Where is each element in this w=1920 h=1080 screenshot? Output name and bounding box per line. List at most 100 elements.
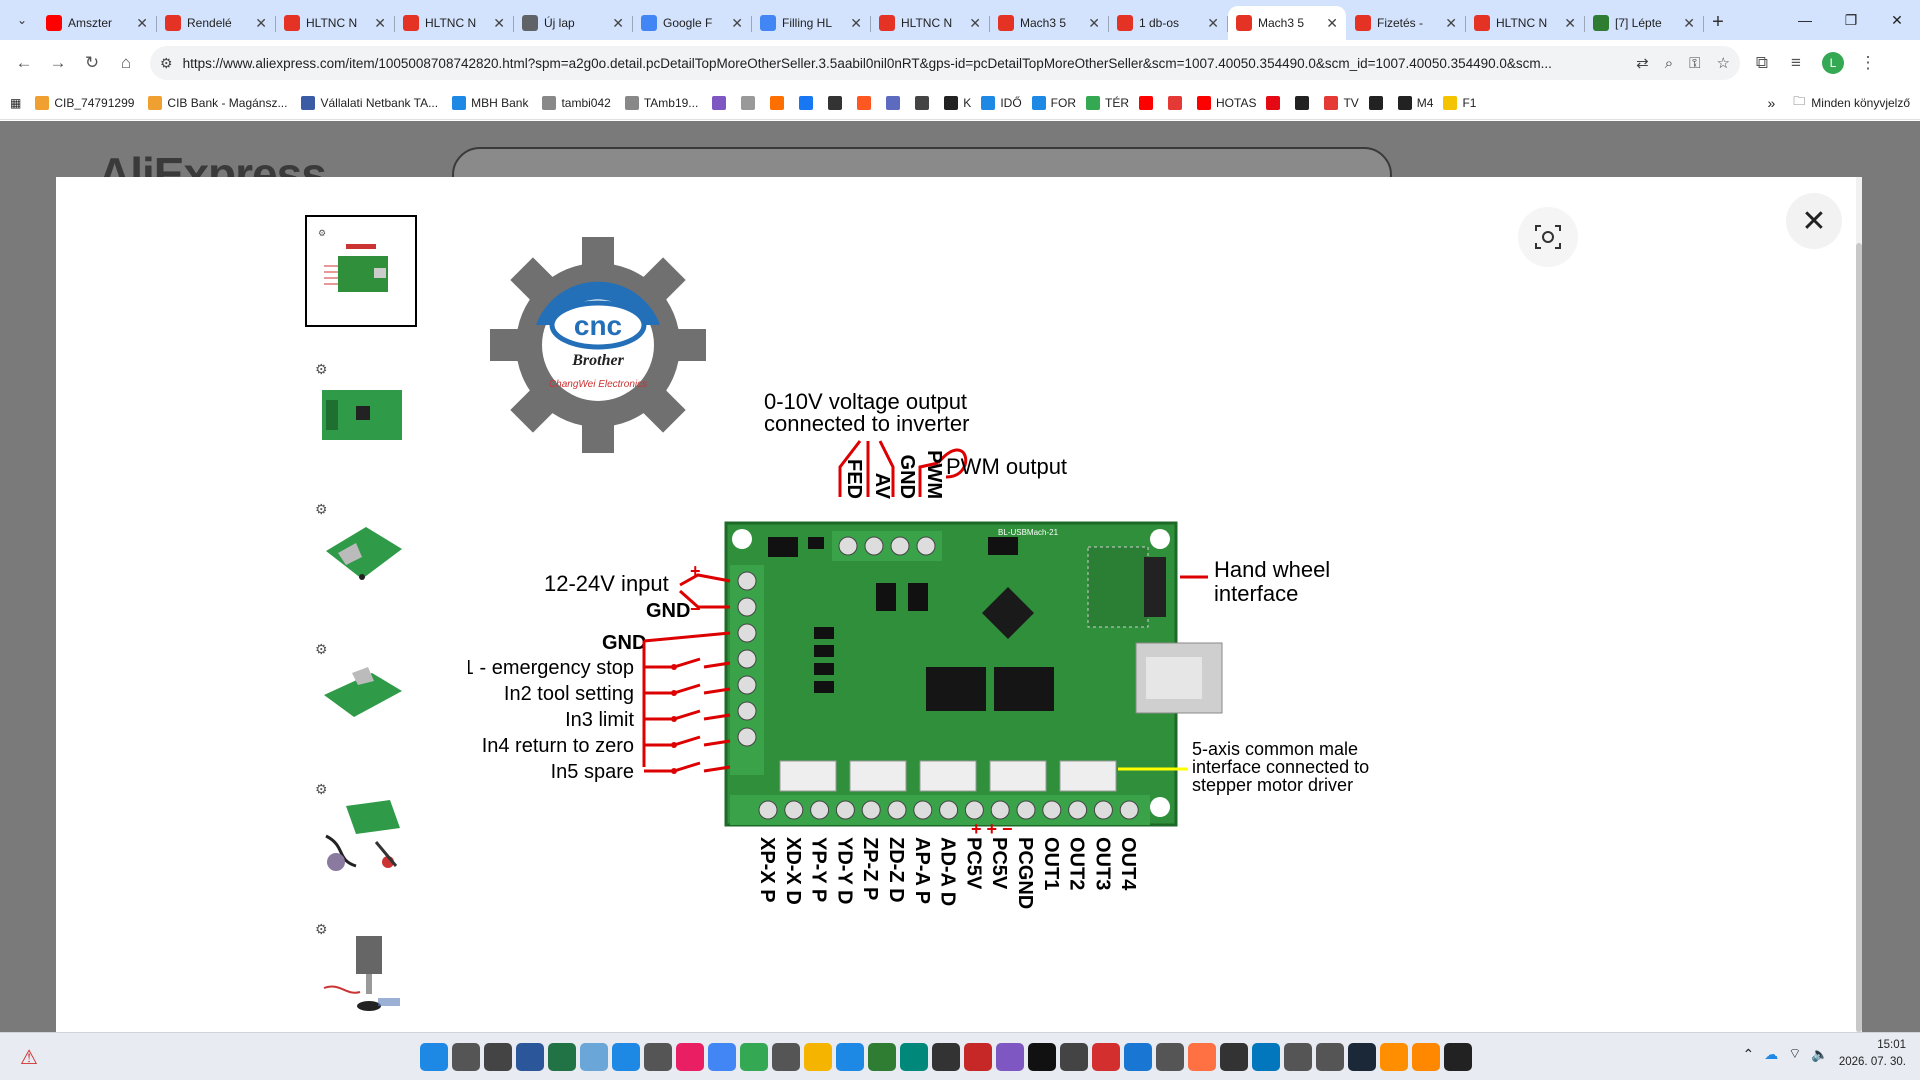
app-icon[interactable] — [1284, 1043, 1312, 1071]
tab-13[interactable]: HLTNC N ✕ — [1466, 6, 1585, 40]
bookmark-icon-4[interactable] — [799, 95, 818, 110]
app-icon[interactable] — [868, 1043, 896, 1071]
url-text[interactable]: https://www.aliexpress.com/item/10050087… — [183, 56, 1621, 71]
tab-close-icon[interactable]: ✕ — [493, 15, 505, 32]
app-icon[interactable] — [1444, 1043, 1472, 1071]
excel-icon[interactable] — [548, 1043, 576, 1071]
volume-icon[interactable]: 🔈 — [1811, 1046, 1828, 1063]
tab-6[interactable]: Google F ✕ — [633, 6, 752, 40]
zoom-icon[interactable]: ⌕ — [1665, 55, 1673, 72]
bookmark-icon-6[interactable] — [857, 95, 876, 110]
tab-close-icon[interactable]: ✕ — [969, 15, 981, 32]
extensions-icon[interactable]: ⧉ — [1746, 47, 1778, 79]
settings-icon[interactable] — [644, 1043, 672, 1071]
reading-list-icon[interactable]: ≡ — [1780, 47, 1812, 79]
maps-icon[interactable] — [740, 1043, 768, 1071]
tab-close-icon[interactable]: ✕ — [612, 15, 624, 32]
app-icon[interactable] — [1380, 1043, 1408, 1071]
bookmark-icon-19[interactable] — [1368, 95, 1388, 110]
acrobat-icon[interactable] — [1092, 1043, 1120, 1071]
bookmark-icon-16[interactable] — [1266, 95, 1285, 110]
bookmark-icon-15[interactable]: HOTAS — [1197, 95, 1256, 110]
minimize-button[interactable]: — — [1782, 0, 1828, 40]
app-icon[interactable] — [676, 1043, 704, 1071]
tab-10[interactable]: 1 db-os ✕ — [1109, 6, 1228, 40]
profile-avatar[interactable]: L — [1822, 52, 1844, 74]
task-view-icon[interactable] — [484, 1043, 512, 1071]
onedrive-icon[interactable]: ☁ — [1764, 1046, 1778, 1063]
tab-7[interactable]: Filling HL ✕ — [752, 6, 871, 40]
forward-button[interactable]: → — [42, 47, 74, 79]
close-modal-button[interactable]: ✕ — [1786, 193, 1842, 249]
site-info-icon[interactable]: ⚙ — [160, 55, 173, 72]
bookmark-icon-1[interactable] — [712, 95, 731, 110]
app-icon[interactable] — [1188, 1043, 1216, 1071]
app-icon[interactable] — [580, 1043, 608, 1071]
tab-close-icon[interactable]: ✕ — [1207, 15, 1219, 32]
all-bookmarks-folder[interactable]: 🗀 Minden könyvjelző — [1793, 92, 1910, 113]
thumbnail-1[interactable]: ⚙ — [305, 215, 417, 327]
word-icon[interactable] — [516, 1043, 544, 1071]
menu-kebab-icon[interactable]: ⋮ — [1852, 47, 1884, 79]
tab-close-icon[interactable]: ✕ — [136, 15, 148, 32]
tab-search-button[interactable]: ⌄ — [8, 6, 36, 34]
tab-9[interactable]: Mach3 5 ✕ — [990, 6, 1109, 40]
tab-5[interactable]: Új lap ✕ — [514, 6, 633, 40]
tab-3[interactable]: HLTNC N ✕ — [276, 6, 395, 40]
thumbnail-5[interactable]: ⚙ — [305, 775, 417, 887]
tab-close-icon[interactable]: ✕ — [1683, 15, 1695, 32]
wifi-icon[interactable]: ⌔ — [1788, 1045, 1801, 1063]
tab-14[interactable]: [7] Lépte ✕ — [1585, 6, 1704, 40]
tab-close-icon[interactable]: ✕ — [1326, 15, 1338, 32]
bookmark-icon-10[interactable]: IDŐ — [981, 95, 1022, 110]
app-icon[interactable] — [772, 1043, 800, 1071]
app-icon[interactable] — [836, 1043, 864, 1071]
bookmark-icon-5[interactable] — [828, 95, 847, 110]
bookmark-icon-14[interactable] — [1168, 95, 1187, 110]
app-icon[interactable] — [1124, 1043, 1152, 1071]
tab-close-icon[interactable]: ✕ — [1088, 15, 1100, 32]
tab-11[interactable]: Mach3 5 ✕ — [1228, 6, 1346, 40]
tab-8[interactable]: HLTNC N ✕ — [871, 6, 990, 40]
bookmark-6[interactable]: TAmb19... — [624, 95, 698, 110]
app-icon[interactable] — [964, 1043, 992, 1071]
bookmark-3[interactable]: Vállalati Netbank TA... — [301, 95, 438, 110]
tab-close-icon[interactable]: ✕ — [255, 15, 267, 32]
tab-12[interactable]: Fizetés - ✕ — [1347, 6, 1466, 40]
tab-4[interactable]: HLTNC N ✕ — [395, 6, 514, 40]
password-key-icon[interactable]: ⚿ — [1689, 55, 1700, 72]
thumbnail-6[interactable]: ⚙ — [305, 915, 417, 1027]
bookmark-icon-9[interactable]: K — [944, 95, 971, 110]
bookmark-5[interactable]: tambi042 — [542, 95, 611, 110]
thumbnail-4[interactable]: ⚙ — [305, 635, 417, 747]
back-button[interactable]: ← — [8, 47, 40, 79]
tab-close-icon[interactable]: ✕ — [850, 15, 862, 32]
app-icon[interactable] — [996, 1043, 1024, 1071]
bookmark-1[interactable]: CIB_74791299 — [35, 95, 134, 110]
tab-close-icon[interactable]: ✕ — [1445, 15, 1457, 32]
file-explorer-icon[interactable] — [804, 1043, 832, 1071]
bookmark-icon-2[interactable] — [741, 95, 760, 110]
bookmark-4[interactable]: MBH Bank — [452, 95, 528, 110]
app-icon[interactable] — [1316, 1043, 1344, 1071]
bookmark-icon-20[interactable]: M4 — [1397, 95, 1433, 110]
more-bookmarks-icon[interactable]: » — [1767, 95, 1775, 111]
warning-icon[interactable]: ⚠ — [20, 1045, 38, 1070]
modal-scrollbar[interactable] — [1856, 177, 1862, 1032]
search-icon[interactable] — [452, 1043, 480, 1071]
home-button[interactable]: ⌂ — [110, 47, 142, 79]
reload-button[interactable]: ↻ — [76, 47, 108, 79]
translate-icon[interactable]: ⇄ — [1636, 54, 1649, 72]
thumbnail-3[interactable]: ⚙ — [305, 495, 417, 607]
bookmark-2[interactable]: CIB Bank - Magánsz... — [148, 95, 287, 110]
bookmark-icon-3[interactable] — [770, 95, 789, 110]
start-icon[interactable] — [420, 1043, 448, 1071]
bookmark-icon-21[interactable]: F1 — [1443, 95, 1476, 110]
tab-2[interactable]: Rendelé ✕ — [157, 6, 276, 40]
chevron-up-icon[interactable]: ⌃ — [1743, 1046, 1755, 1063]
chrome-icon[interactable] — [708, 1043, 736, 1071]
tab-close-icon[interactable]: ✕ — [731, 15, 743, 32]
restore-button[interactable]: ❐ — [1828, 0, 1874, 40]
tab-close-icon[interactable]: ✕ — [374, 15, 386, 32]
bookmark-icon-17[interactable] — [1295, 95, 1314, 110]
